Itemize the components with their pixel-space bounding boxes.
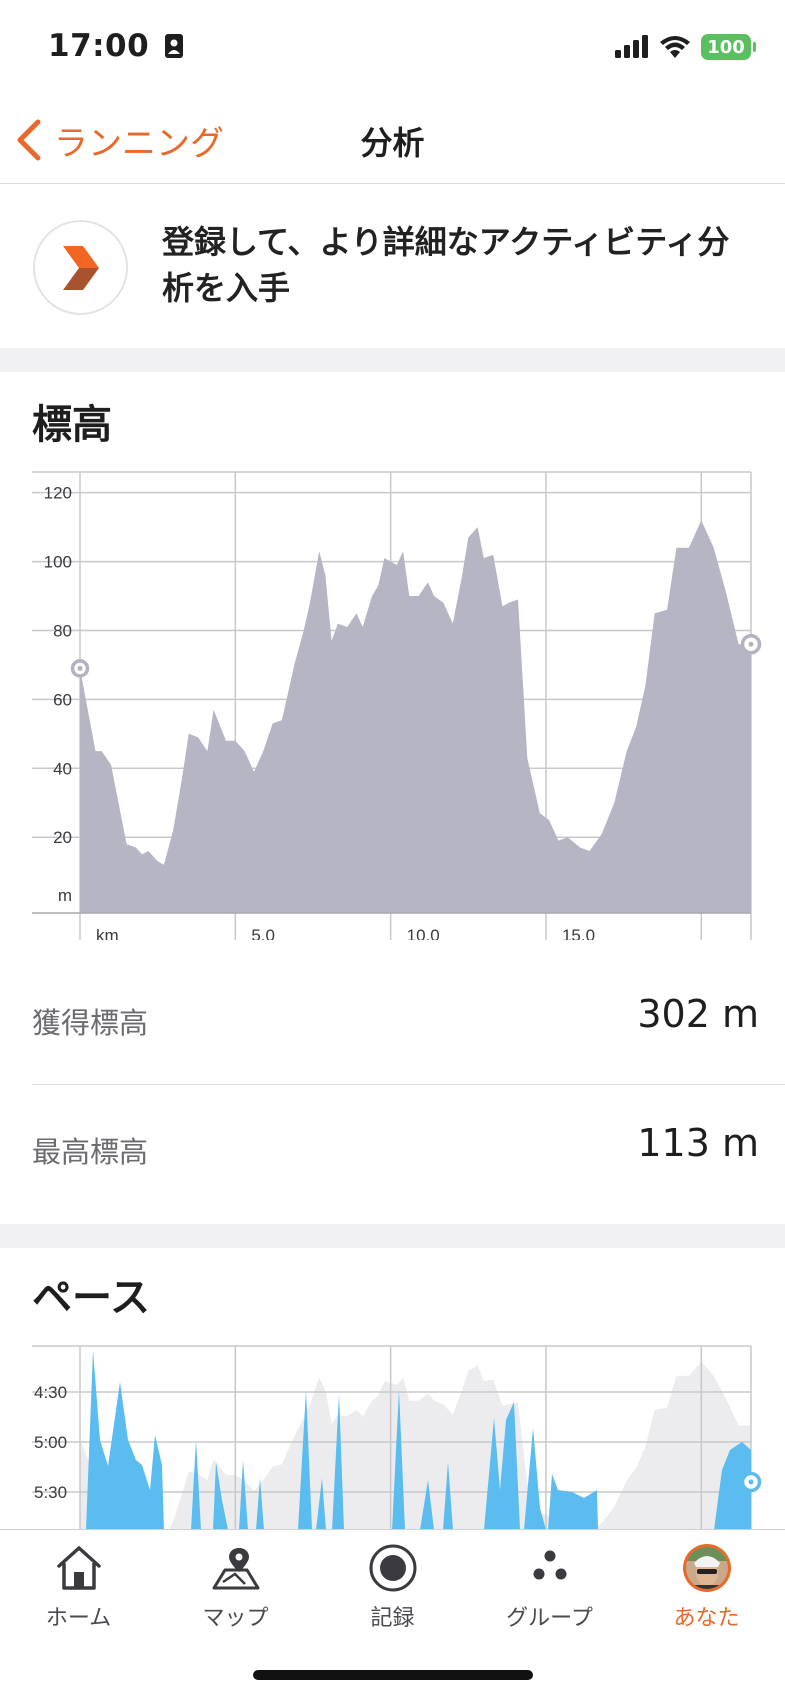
elevation-y-tick-label: 100: [44, 553, 72, 572]
elevation-y-tick-label: 120: [44, 484, 72, 503]
battery-indicator: 100: [701, 34, 756, 60]
section-separator: [0, 1224, 785, 1248]
max-elevation-label: 最高標高: [32, 1135, 149, 1169]
max-elevation-value: 113 m: [637, 1121, 759, 1165]
max-elevation-row: 最高標高 113 m: [0, 1085, 785, 1213]
status-bar: 17:00 100: [0, 0, 785, 100]
tab-label: グループ: [506, 1606, 593, 1631]
pace-end-marker-dot: [748, 1479, 754, 1485]
pace-area: [548, 1474, 598, 1530]
elevation-start-marker-dot: [77, 665, 83, 671]
pace-elevation-shadow: [80, 1361, 751, 1530]
page-title: 分析: [360, 124, 425, 162]
avatar-icon: [681, 1542, 733, 1594]
tab-home[interactable]: ホーム: [0, 1530, 157, 1640]
map-icon: [210, 1542, 262, 1594]
pace-y-tick-label: 5:30: [34, 1483, 67, 1502]
elevation-title: 標高: [32, 402, 112, 448]
tab-you[interactable]: あなた: [628, 1530, 785, 1640]
elevation-y-tick-label: 20: [53, 828, 72, 847]
groups-icon: [524, 1542, 576, 1594]
elevation-gain-row: 獲得標高 302 m: [0, 956, 785, 1084]
elevation-x-tick-label: 5.0: [251, 926, 275, 940]
pace-y-tick-label: 5:00: [34, 1433, 67, 1452]
record-icon: [367, 1542, 419, 1594]
home-icon: [53, 1542, 105, 1594]
elevation-chart[interactable]: 120 100 80 60 40 20 m km 5.0 10.0 15.0: [0, 460, 785, 940]
elevation-end-marker-dot: [748, 641, 754, 647]
elevation-x-tick-label: 10.0: [407, 926, 440, 940]
elevation-y-tick-label: 80: [53, 621, 72, 640]
tab-groups[interactable]: グループ: [471, 1530, 628, 1640]
elevation-gain-value: 302 m: [637, 992, 759, 1036]
tab-record[interactable]: 記録: [314, 1530, 471, 1640]
cellular-signal-icon: [615, 35, 648, 58]
elevation-y-tick-label: 60: [53, 690, 72, 709]
elevation-x-tick-label: 15.0: [562, 926, 595, 940]
tab-maps[interactable]: マップ: [157, 1530, 314, 1640]
elevation-x-tick-label: km: [96, 926, 119, 940]
elevation-area: [80, 520, 751, 913]
tab-label: マップ: [202, 1606, 269, 1631]
pace-area: [86, 1350, 164, 1530]
status-time: 17:00: [48, 28, 184, 64]
pace-y-tick-label: 4:30: [34, 1383, 67, 1402]
wifi-icon: [660, 36, 690, 58]
elevation-y-tick-label: m: [58, 886, 72, 905]
home-indicator: [253, 1670, 533, 1680]
upgrade-promo[interactable]: 登録して、より詳細なアクティビティ分析を入手: [0, 185, 785, 348]
pace-chart[interactable]: 4:30 5:00 5:30: [0, 1330, 785, 1530]
strava-logo-icon: [33, 220, 128, 315]
elevation-y-tick-label: 40: [53, 759, 72, 778]
tab-label: あなた: [673, 1606, 740, 1631]
status-icons: 100: [615, 34, 756, 60]
clock-text: 17:00: [48, 28, 150, 64]
elevation-gain-label: 獲得標高: [32, 1006, 149, 1040]
section-separator: [0, 348, 785, 372]
tab-label: 記録: [370, 1606, 415, 1631]
tab-label: ホーム: [45, 1606, 112, 1631]
promo-text: 登録して、より詳細なアクティビティ分析を入手: [162, 223, 730, 307]
pace-title: ペース: [32, 1275, 150, 1321]
navigation-bar: ランニング 分析: [0, 100, 785, 184]
id-card-icon: [165, 34, 184, 58]
